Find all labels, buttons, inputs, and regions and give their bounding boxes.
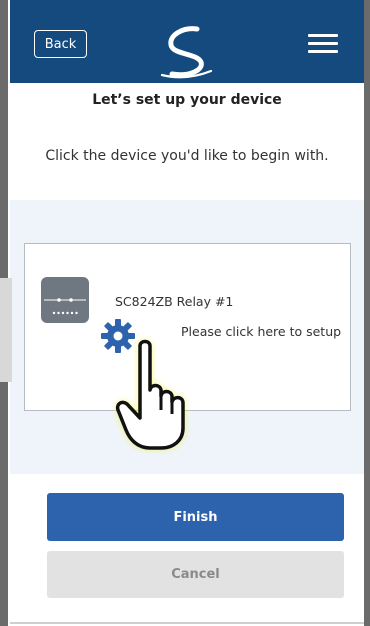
swirl-logo-icon [160, 26, 213, 79]
hamburger-menu-icon[interactable] [308, 34, 338, 54]
device-name: SC824ZB Relay #1 [115, 294, 234, 309]
cancel-button[interactable]: Cancel [47, 551, 344, 598]
page-title: Let’s set up your device [92, 92, 282, 108]
panel-edge-shadow [0, 278, 12, 382]
app-header: Back [10, 0, 364, 83]
back-button[interactable]: Back [34, 30, 87, 58]
hand-pointer-icon [115, 339, 185, 450]
device-frame-right [364, 0, 370, 626]
relay-device-icon [41, 277, 89, 323]
bottom-divider [10, 622, 364, 624]
finish-button[interactable]: Finish [47, 493, 344, 541]
page-subtitle: Click the device you'd like to begin wit… [45, 148, 329, 164]
setup-link[interactable]: Please click here to setup [181, 324, 341, 339]
setup-screen: Back Let’s set up your device Click the … [0, 0, 370, 626]
